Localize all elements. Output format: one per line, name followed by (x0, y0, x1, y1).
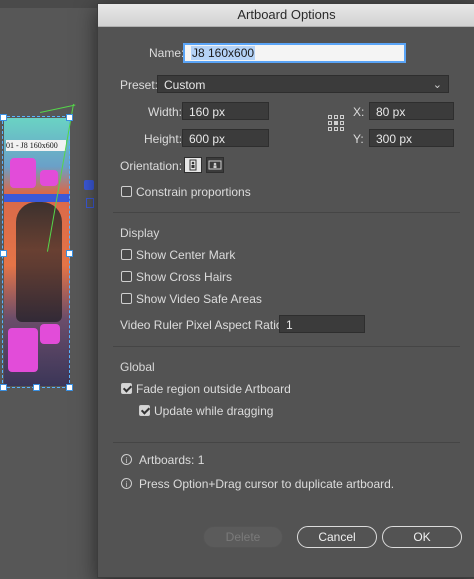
width-label: Width: (148, 105, 183, 119)
info-icon: i (121, 478, 132, 489)
resize-handle[interactable] (33, 384, 40, 391)
height-label: Height: (144, 132, 183, 146)
landscape-icon (208, 160, 222, 170)
preset-select[interactable]: Custom ⌄ (157, 75, 449, 93)
resize-handle[interactable] (0, 114, 7, 121)
landscape-orientation-button[interactable] (206, 157, 224, 173)
fade-region-label: Fade region outside Artboard (136, 382, 291, 396)
name-input[interactable]: J8 160x600 (183, 43, 406, 63)
guide-line (40, 104, 76, 113)
dialog-title: Artboard Options (98, 4, 474, 27)
artboard-name-tag: 01 - J8 160x600 (6, 140, 66, 151)
show-cross-hairs-label: Show Cross Hairs (136, 270, 233, 284)
reference-point-icon[interactable] (328, 115, 345, 132)
height-input[interactable]: 600 px (182, 129, 269, 147)
global-section-title: Global (120, 360, 155, 374)
x-label: X: (353, 105, 365, 119)
show-center-mark-checkbox[interactable] (121, 249, 132, 260)
display-section-title: Display (120, 226, 160, 240)
show-center-mark-label: Show Center Mark (136, 248, 236, 262)
x-input[interactable]: 80 px (369, 102, 454, 120)
resize-handle[interactable] (0, 384, 7, 391)
name-label: Name: (149, 46, 185, 60)
duplicate-tip: Press Option+Drag cursor to duplicate ar… (139, 477, 395, 491)
divider (113, 442, 460, 443)
show-cross-hairs-checkbox[interactable] (121, 271, 132, 282)
resize-handle[interactable] (66, 250, 73, 257)
show-video-safe-areas-label: Show Video Safe Areas (136, 292, 262, 306)
y-label: Y: (353, 132, 364, 146)
resize-handle[interactable] (0, 250, 7, 257)
width-input[interactable]: 160 px (182, 102, 269, 120)
fade-region-checkbox[interactable] (121, 383, 132, 394)
ok-button[interactable]: OK (382, 526, 462, 548)
constrain-proportions-checkbox[interactable] (121, 186, 132, 197)
orientation-label: Orientation: (120, 159, 183, 173)
show-video-safe-areas-checkbox[interactable] (121, 293, 132, 304)
info-icon: i (121, 454, 132, 465)
update-while-dragging-label: Update while dragging (154, 404, 274, 418)
name-input-value: J8 160x600 (191, 46, 256, 60)
artboards-count: Artboards: 1 (139, 453, 205, 467)
pixel-aspect-ratio-label: Video Ruler Pixel Aspect Ratio: (120, 318, 286, 332)
preset-label: Preset: (120, 78, 159, 92)
divider (113, 212, 460, 213)
anchor-marker[interactable] (86, 198, 94, 208)
preset-select-value: Custom (164, 78, 206, 92)
portrait-orientation-button[interactable] (184, 157, 202, 173)
cancel-button[interactable]: Cancel (297, 526, 377, 548)
constrain-proportions-label: Constrain proportions (136, 185, 251, 199)
divider (113, 346, 460, 347)
update-while-dragging-checkbox[interactable] (139, 405, 150, 416)
resize-handle[interactable] (66, 114, 73, 121)
portrait-icon (189, 159, 197, 171)
artboard-options-dialog: Artboard Options Name: J8 160x600 Preset… (97, 3, 474, 578)
anchor-marker[interactable] (84, 180, 94, 190)
artboard-selection-frame[interactable] (2, 116, 70, 388)
pixel-aspect-ratio-input[interactable]: 1 (279, 315, 365, 333)
y-input[interactable]: 300 px (369, 129, 454, 147)
chevron-down-icon: ⌄ (432, 79, 442, 91)
delete-button[interactable]: Delete (203, 526, 283, 548)
resize-handle[interactable] (66, 384, 73, 391)
